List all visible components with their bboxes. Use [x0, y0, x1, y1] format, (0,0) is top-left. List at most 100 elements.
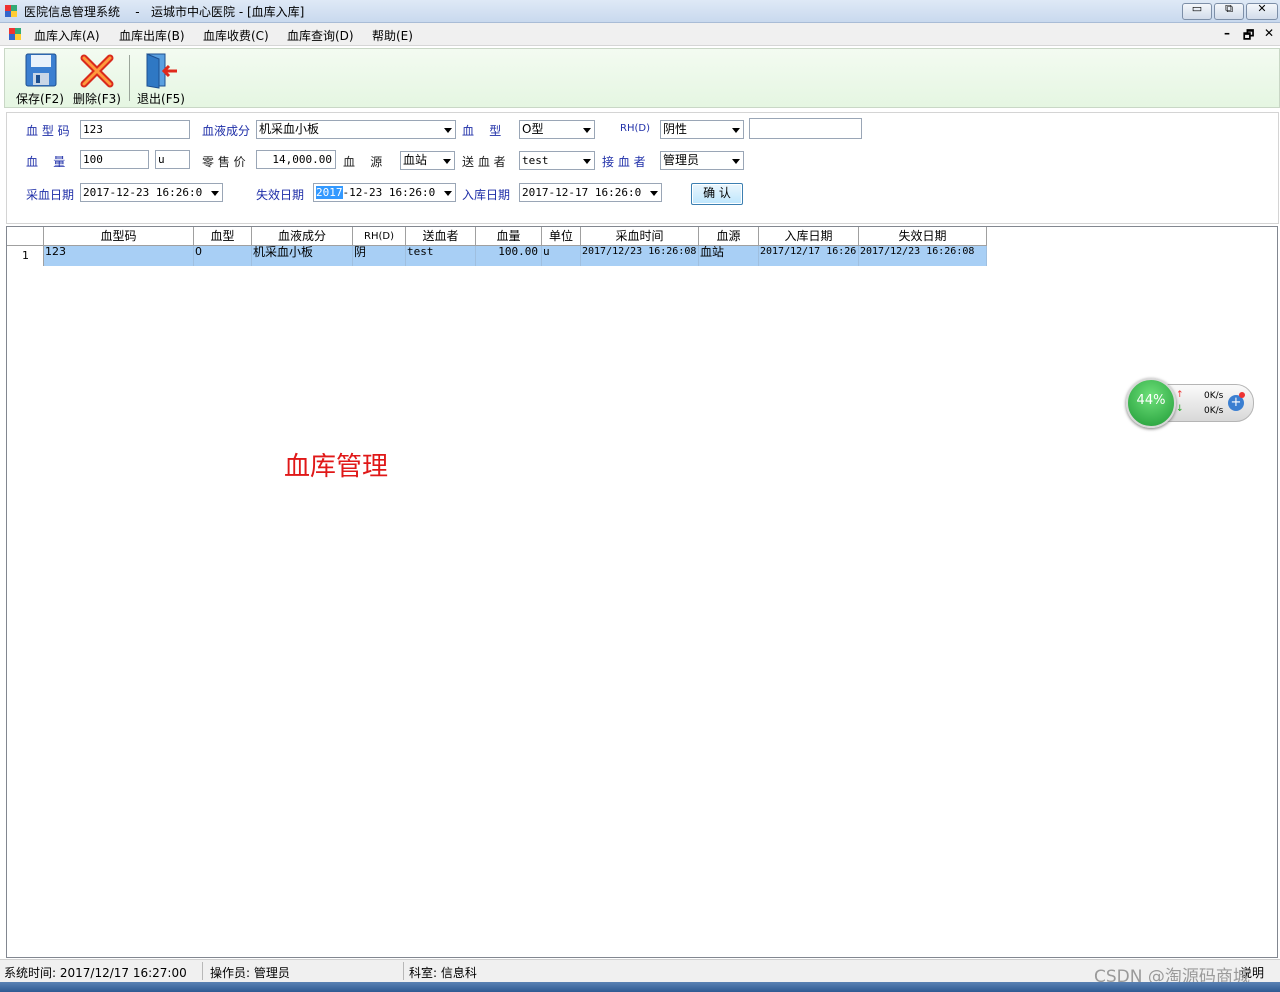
- status-separator: [403, 962, 404, 980]
- table-cell[interactable]: 100.00: [476, 246, 542, 266]
- status-separator: [202, 962, 203, 980]
- mdi-close-button[interactable]: ✕: [1264, 26, 1274, 40]
- blood-type-select[interactable]: O型: [519, 120, 595, 139]
- collect-date-picker[interactable]: 2017-12-23 16:26:0: [80, 183, 223, 202]
- table-cell[interactable]: 血站: [699, 246, 759, 266]
- download-rate: 0K/s: [1204, 406, 1224, 416]
- table-cell[interactable]: u: [542, 246, 581, 266]
- receiver-select[interactable]: 管理员: [660, 151, 744, 170]
- mdi-minimize-button[interactable]: –: [1224, 26, 1230, 40]
- app-icon: [5, 5, 17, 17]
- source-select[interactable]: 血站: [400, 151, 455, 170]
- column-header-collect-time[interactable]: 采血时间: [581, 227, 699, 246]
- expire-date-picker[interactable]: 2017-12-23 16:26:0: [313, 183, 456, 202]
- unit-input[interactable]: u: [155, 150, 190, 169]
- expire-date-label: 失效日期: [256, 188, 305, 202]
- blood-code-input[interactable]: 123: [80, 120, 190, 139]
- menu-blood-in[interactable]: 血库入库(A): [34, 27, 100, 44]
- column-header-expire-date[interactable]: 失效日期: [859, 227, 987, 246]
- window-title: 医院信息管理系统 - 运城市中心医院 - [血库入库]: [24, 5, 305, 19]
- chevron-down-icon: [444, 191, 452, 196]
- delete-label: 删除(F3): [73, 92, 121, 106]
- chevron-down-icon: [583, 159, 591, 164]
- network-speed-widget[interactable]: 44% ↑ ↓ 0K/s 0K/s +: [1126, 378, 1254, 428]
- volume-label: 血 量: [26, 155, 66, 169]
- status-department: 科室: 信息科: [409, 966, 477, 980]
- toolbar: 保存(F2) 删除(F3) 退出(F5): [4, 48, 1280, 108]
- menu-blood-charge[interactable]: 血库收费(C): [203, 27, 269, 44]
- volume-input[interactable]: 100: [80, 150, 149, 169]
- column-header-unit[interactable]: 单位: [542, 227, 581, 246]
- mdi-child-icon: [9, 28, 21, 40]
- chevron-down-icon: [583, 128, 591, 133]
- price-label: 零 售 价: [202, 155, 246, 169]
- collect-date-value: 2017-12-23 16:26:0: [83, 186, 203, 199]
- delete-button[interactable]: 删除(F3): [69, 49, 125, 106]
- sender-value: test: [522, 154, 549, 167]
- stock-date-label: 入库日期: [462, 188, 511, 202]
- taskbar: [0, 982, 1280, 992]
- restore-icon: ⧉: [1225, 2, 1233, 15]
- delete-x-icon: [80, 54, 114, 88]
- minimize-button[interactable]: ▭: [1182, 2, 1212, 20]
- column-header-sender[interactable]: 送血者: [406, 227, 476, 246]
- source-label: 血 源: [343, 155, 383, 169]
- table-cell[interactable]: 机采血小板: [252, 246, 353, 266]
- restore-button[interactable]: ⧉: [1214, 2, 1244, 20]
- usage-percent: 44%: [1136, 393, 1166, 408]
- column-header-rh[interactable]: RH(D): [353, 227, 406, 246]
- receiver-label: 接 血 者: [602, 155, 646, 169]
- component-label: 血液成分: [202, 124, 251, 138]
- expire-date-selected: 2017: [316, 186, 343, 199]
- status-bar: 系统时间: 2017/12/17 16:27:00 操作员: 管理员 科室: 信…: [0, 959, 1280, 982]
- column-header-component[interactable]: 血液成分: [252, 227, 353, 246]
- table-cell[interactable]: 0: [194, 246, 252, 266]
- table-cell[interactable]: 123: [44, 246, 194, 266]
- download-arrow-icon: ↓: [1176, 404, 1184, 414]
- data-grid[interactable]: 血型码 血型 血液成分 RH(D) 送血者 血量 单位 采血时间 血源 入库日期…: [6, 226, 1278, 958]
- close-button[interactable]: ✕: [1246, 2, 1278, 20]
- menu-help[interactable]: 帮助(E): [372, 27, 413, 44]
- title-bar: 医院信息管理系统 - 运城市中心医院 - [血库入库] ▭ ⧉ ✕: [0, 0, 1280, 23]
- source-value: 血站: [403, 153, 428, 167]
- table-cell[interactable]: 2017/12/23 16:26:08: [581, 246, 699, 266]
- overlay-title: 血库管理: [284, 452, 389, 482]
- column-header-blood-code[interactable]: 血型码: [44, 227, 194, 246]
- stock-date-picker[interactable]: 2017-12-17 16:26:0: [519, 183, 662, 202]
- sender-select[interactable]: test: [519, 151, 595, 170]
- rh-label: RH(D): [620, 123, 650, 134]
- sender-label: 送 血 者: [462, 155, 506, 169]
- table-cell[interactable]: 阴: [353, 246, 406, 266]
- column-header-source[interactable]: 血源: [699, 227, 759, 246]
- table-cell[interactable]: 2017/12/17 16:26: [759, 246, 859, 266]
- floppy-disk-icon: [25, 53, 57, 87]
- table-row-number[interactable]: 1: [7, 246, 44, 266]
- rh-select[interactable]: 阴性: [660, 120, 744, 139]
- close-icon: ✕: [1257, 2, 1267, 15]
- stock-date-value: 2017-12-17 16:26:0: [522, 186, 642, 199]
- component-value: 机采血小板: [259, 122, 320, 136]
- extra-input[interactable]: [749, 118, 862, 139]
- table-cell[interactable]: 2017/12/23 16:26:08: [859, 246, 987, 266]
- mdi-restore-button[interactable]: 🗗: [1243, 26, 1254, 47]
- confirm-button[interactable]: 确 认: [691, 183, 743, 205]
- column-header-blood-type[interactable]: 血型: [194, 227, 252, 246]
- table-cell[interactable]: test: [406, 246, 476, 266]
- save-button[interactable]: 保存(F2): [13, 49, 67, 106]
- price-input[interactable]: 14,000.00: [256, 150, 336, 169]
- column-header-volume[interactable]: 血量: [476, 227, 542, 246]
- exit-button[interactable]: 退出(F5): [133, 49, 189, 106]
- chevron-down-icon: [444, 128, 452, 133]
- chevron-down-icon: [732, 128, 740, 133]
- exit-door-icon: [146, 53, 177, 89]
- menu-blood-out[interactable]: 血库出库(B): [119, 27, 185, 44]
- exit-label: 退出(F5): [137, 92, 185, 106]
- chevron-down-icon: [650, 191, 658, 196]
- receiver-value: 管理员: [663, 153, 700, 167]
- component-select[interactable]: 机采血小板: [256, 120, 456, 139]
- blood-code-label: 血 型 码: [26, 124, 70, 138]
- notification-dot: [1239, 392, 1245, 398]
- column-header-stock-date[interactable]: 入库日期: [759, 227, 859, 246]
- grid-row-header-corner: [7, 227, 44, 246]
- menu-blood-query[interactable]: 血库查询(D): [287, 27, 354, 44]
